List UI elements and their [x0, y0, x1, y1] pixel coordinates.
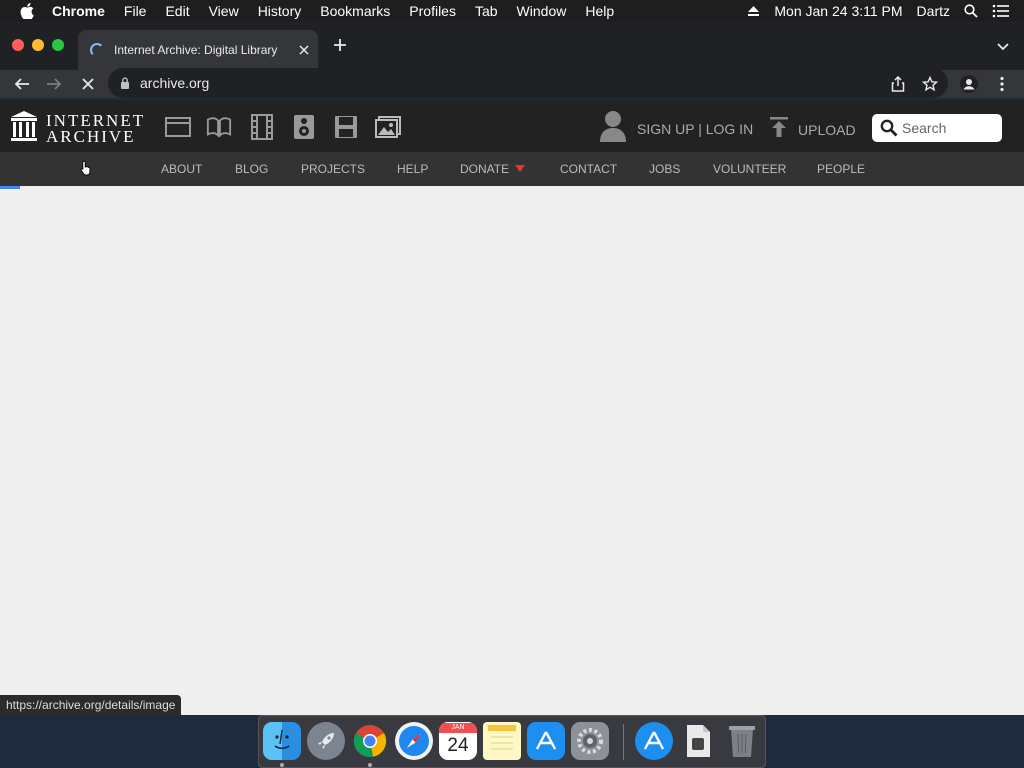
nav-donate[interactable]: DONATE [460, 162, 526, 176]
video-film-icon[interactable] [249, 114, 275, 140]
nav-contact[interactable]: CONTACT [560, 162, 617, 176]
eject-icon[interactable] [747, 5, 760, 17]
tab-title: Internet Archive: Digital Library [114, 43, 278, 57]
chrome-menu-icon[interactable] [992, 74, 1012, 94]
user-avatar-icon [599, 110, 627, 147]
menu-window[interactable]: Window [517, 3, 567, 19]
launchpad-rocket-icon[interactable] [307, 722, 345, 760]
upload-link[interactable]: UPLOAD [769, 116, 856, 143]
web-page: INTERNET ARCHIVE SIGN UP | LOG IN UPLOAD… [0, 100, 1024, 715]
nav-blog[interactable]: BLOG [235, 162, 268, 176]
safari-compass-icon[interactable] [395, 722, 433, 760]
tab-search-chevron-icon[interactable] [996, 39, 1010, 53]
dock: JAN 24 [258, 715, 766, 768]
nav-about[interactable]: ABOUT [161, 162, 202, 176]
finder-icon[interactable] [263, 722, 301, 760]
menu-history[interactable]: History [258, 3, 302, 19]
stop-loading-icon[interactable] [76, 72, 100, 96]
images-photo-icon[interactable] [375, 114, 401, 140]
browser-toolbar: archive.org [0, 68, 1024, 98]
search-box[interactable] [872, 114, 1002, 142]
chrome-running-indicator [368, 763, 372, 767]
spotlight-icon[interactable] [964, 4, 978, 18]
nav-jobs[interactable]: JOBS [649, 162, 680, 176]
menubar-datetime[interactable]: Mon Jan 24 3:11 PM [774, 3, 902, 19]
notes-icon[interactable] [483, 722, 521, 760]
forward-arrow-icon[interactable] [42, 72, 66, 96]
apple-icon[interactable] [20, 3, 34, 19]
calendar-month: JAN [439, 723, 477, 733]
search-input[interactable] [902, 120, 998, 136]
sign-up-log-in-link[interactable]: SIGN UP | LOG IN [599, 110, 753, 147]
window-minimize-button[interactable] [32, 39, 44, 51]
nav-people[interactable]: PEOPLE [817, 162, 865, 176]
app-store-icon[interactable] [527, 722, 565, 760]
new-tab-button[interactable] [330, 36, 350, 56]
logo-line-archive: ARCHIVE [46, 126, 136, 146]
menu-bookmarks[interactable]: Bookmarks [320, 3, 390, 19]
hand-pointer-cursor-icon [80, 160, 92, 181]
archive-building-icon [10, 110, 38, 147]
audio-speaker-icon[interactable] [291, 114, 317, 140]
search-icon[interactable] [880, 119, 898, 137]
texts-book-icon[interactable] [206, 114, 232, 140]
system-preferences-gear-icon[interactable] [571, 722, 609, 760]
profile-icon[interactable] [959, 74, 979, 94]
document-file-icon[interactable] [679, 722, 717, 760]
browser-tab-active[interactable]: Internet Archive: Digital Library [78, 30, 318, 70]
finder-running-indicator [280, 763, 284, 767]
menubar-user[interactable]: Dartz [917, 3, 950, 19]
ia-logo[interactable]: INTERNET ARCHIVE [10, 110, 145, 147]
loading-spinner-icon [90, 43, 104, 57]
lock-icon[interactable] [120, 77, 130, 89]
address-bar[interactable]: archive.org [108, 68, 948, 98]
bookmark-star-icon[interactable] [920, 74, 940, 94]
tab-strip: Internet Archive: Digital Library [0, 22, 1024, 70]
window-maximize-button[interactable] [52, 39, 64, 51]
menu-tab[interactable]: Tab [475, 3, 498, 19]
menu-edit[interactable]: Edit [165, 3, 189, 19]
trash-icon[interactable] [723, 722, 761, 760]
menu-file[interactable]: File [124, 3, 147, 19]
dock-separator [623, 724, 624, 760]
menu-profiles[interactable]: Profiles [409, 3, 456, 19]
menu-help[interactable]: Help [585, 3, 614, 19]
desktop: Chrome File Edit View History Bookmarks … [0, 0, 1024, 768]
page-load-progress-bar [0, 186, 20, 189]
ia-header: INTERNET ARCHIVE SIGN UP | LOG IN UPLOAD… [0, 100, 1024, 152]
link-status-bubble: https://archive.org/details/image [0, 695, 182, 715]
calendar-day: 24 [447, 735, 469, 756]
app-store-download-icon[interactable] [635, 722, 673, 760]
share-icon[interactable] [888, 74, 908, 94]
menu-app-chrome[interactable]: Chrome [52, 3, 105, 19]
address-url[interactable]: archive.org [140, 75, 209, 91]
tab-close-icon[interactable] [296, 42, 312, 58]
nav-donate-label: DONATE [460, 162, 510, 176]
control-center-icon[interactable] [992, 4, 1010, 18]
upload-label[interactable]: UPLOAD [798, 122, 856, 138]
ia-nav-bar: ABOUT BLOG PROJECTS HELP DONATE CONTACT … [0, 152, 1024, 186]
web-archive-icon[interactable] [165, 114, 191, 140]
nav-volunteer[interactable]: VOLUNTEER [713, 162, 786, 176]
nav-help[interactable]: HELP [397, 162, 428, 176]
menu-view[interactable]: View [209, 3, 239, 19]
upload-arrow-icon [769, 116, 789, 143]
software-floppy-icon[interactable] [333, 114, 359, 140]
heart-caret-icon [515, 165, 526, 172]
window-close-button[interactable] [12, 39, 24, 51]
menu-bar: Chrome File Edit View History Bookmarks … [0, 0, 1024, 22]
chrome-app-icon[interactable] [351, 722, 389, 760]
back-arrow-icon[interactable] [10, 72, 34, 96]
account-label[interactable]: SIGN UP | LOG IN [637, 121, 753, 137]
calendar-app-icon[interactable]: JAN 24 [439, 722, 477, 760]
nav-projects[interactable]: PROJECTS [301, 162, 365, 176]
